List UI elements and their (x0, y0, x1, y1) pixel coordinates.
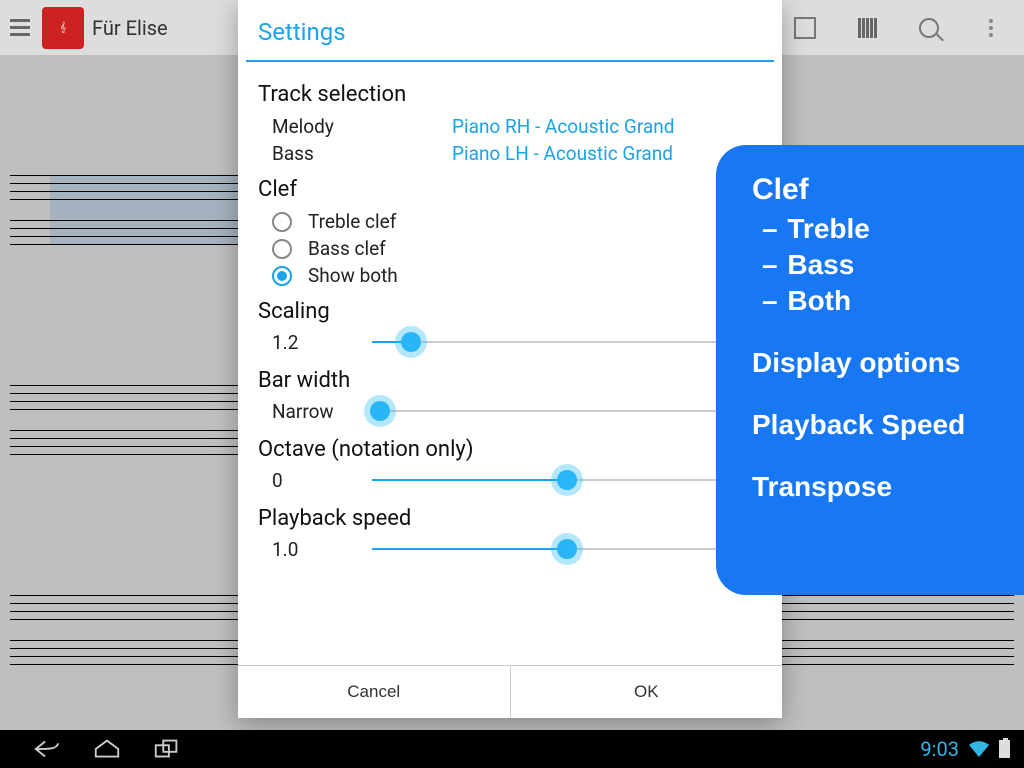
home-icon[interactable] (92, 737, 122, 761)
clock-time: 9:03 (920, 737, 959, 761)
speed-value: 1.0 (272, 538, 372, 561)
cancel-button[interactable]: Cancel (238, 666, 511, 718)
track-bass-label: Bass (272, 142, 452, 165)
app-icon: 𝄞 (42, 7, 84, 49)
scaling-heading: Scaling (258, 299, 762, 324)
track-melody-label: Melody (272, 115, 452, 138)
track-melody-value: Piano RH - Acoustic Grand (452, 115, 674, 138)
piano-icon[interactable] (852, 13, 882, 43)
clef-heading: Clef (258, 177, 762, 202)
clef-treble-label: Treble clef (308, 210, 396, 233)
wifi-icon (969, 741, 989, 757)
callout-both: Both (787, 285, 851, 316)
system-nav-bar: 9:03 (0, 730, 1024, 768)
barwidth-slider[interactable] (372, 399, 762, 423)
callout-transpose: Transpose (752, 471, 1016, 503)
track-selection-heading: Track selection (258, 82, 762, 107)
track-bass-value: Piano LH - Acoustic Grand (452, 142, 673, 165)
back-icon[interactable] (32, 737, 62, 761)
menu-icon[interactable] (6, 15, 34, 40)
callout-display: Display options (752, 347, 1016, 379)
settings-dialog: Settings Track selection Melody Piano RH… (238, 0, 782, 718)
radio-icon-selected (272, 266, 292, 286)
track-bass-row[interactable]: Bass Piano LH - Acoustic Grand (258, 140, 762, 167)
track-melody-row[interactable]: Melody Piano RH - Acoustic Grand (258, 113, 762, 140)
radio-icon (272, 212, 292, 232)
speed-slider[interactable] (372, 537, 762, 561)
barwidth-heading: Bar width (258, 368, 762, 393)
callout-treble: Treble (787, 213, 869, 244)
scaling-value: 1.2 (272, 331, 372, 354)
ok-button[interactable]: OK (511, 666, 783, 718)
stop-icon[interactable] (790, 13, 820, 43)
radio-icon (272, 239, 292, 259)
recents-icon[interactable] (152, 737, 182, 761)
feature-callout: Clef – Treble – Bass – Both Display opti… (716, 145, 1024, 595)
callout-bass: Bass (787, 249, 854, 280)
dialog-title: Settings (238, 0, 782, 60)
app-title: Für Elise (92, 16, 168, 40)
octave-slider[interactable] (372, 468, 762, 492)
clef-both-label: Show both (308, 264, 398, 287)
octave-value: 0 (272, 469, 372, 492)
search-icon[interactable] (914, 13, 944, 43)
callout-speed: Playback Speed (752, 409, 1016, 441)
barwidth-value: Narrow (272, 400, 372, 423)
battery-icon (999, 740, 1010, 758)
clef-bass-label: Bass clef (308, 237, 386, 260)
octave-heading: Octave (notation only) (258, 437, 762, 462)
clef-option-both[interactable]: Show both (258, 262, 762, 289)
speed-heading: Playback speed (258, 506, 762, 531)
clef-option-bass[interactable]: Bass clef (258, 235, 762, 262)
callout-clef-heading: Clef (752, 173, 1016, 207)
scaling-slider[interactable] (372, 330, 762, 354)
clef-option-treble[interactable]: Treble clef (258, 208, 762, 235)
overflow-icon[interactable] (976, 13, 1006, 43)
